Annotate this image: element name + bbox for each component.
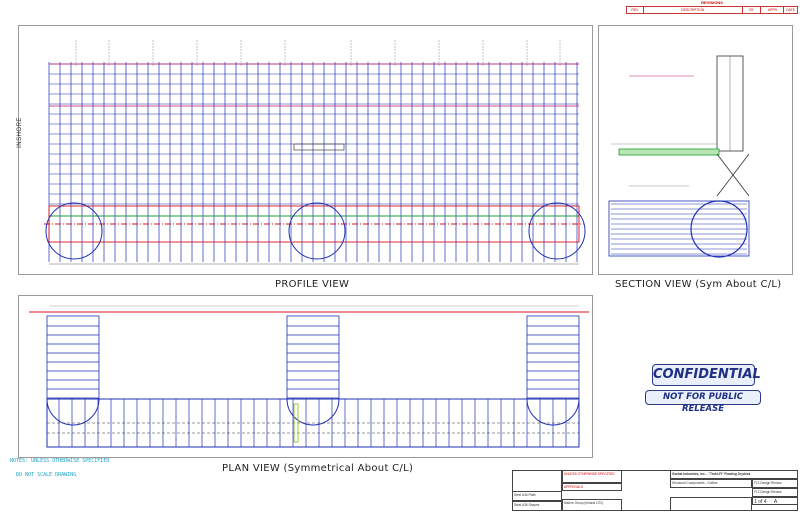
plan-tower-3 — [526, 315, 580, 400]
profile-view-title: PROFILE VIEW — [275, 279, 350, 290]
not-public-stamp: NOT FOR PUBLIC RELEASE — [645, 390, 761, 414]
revisions-block: REVISIONS REV DESCRIPTION BY APPR DATE — [626, 0, 798, 14]
revisions-table: REV DESCRIPTION BY APPR DATE — [626, 6, 798, 14]
tb-sheet-of: of — [758, 499, 763, 505]
tb-drawn-by: Marine Group (Ireland LTD) — [562, 499, 622, 511]
tb-sheet: 1 of 4 A — [752, 497, 798, 505]
tb-sheet-total: 4 — [763, 499, 767, 505]
description-col: DESCRIPTION — [642, 6, 743, 14]
notes-line-2: DO NOT SCALE DRAWING — [16, 472, 77, 478]
tb-company: Gorbal Industries, Inc. - "TechLFI" Floa… — [670, 470, 798, 479]
plan-tower-2 — [286, 315, 340, 400]
plan-view-drawing — [29, 305, 589, 448]
plan-arc-1 — [46, 398, 100, 426]
plan-view-frame — [18, 295, 593, 458]
tb-unless-specified: UNLESS OTHERWISE SPECIFIED — [562, 470, 622, 483]
tb-approvals: APPROVALS — [562, 483, 622, 491]
profile-deck-box — [293, 143, 345, 151]
profile-tank-circle-2 — [288, 202, 346, 260]
tb-drawing-title: Structural Components - Outline — [670, 479, 752, 488]
tb-review-a: FLT-Design Review — [752, 479, 798, 488]
profile-tank-circle-1 — [45, 202, 103, 260]
plan-tower-1 — [46, 315, 100, 400]
title-block: UNLESS OTHERWISE SPECIFIED APPROVALS Ste… — [512, 470, 798, 511]
profile-tank-circle-3 — [528, 202, 586, 260]
tb-logo-area — [670, 497, 752, 511]
by-col: BY — [741, 6, 762, 14]
notes-line-1: NOTES: UNLESS OTHERWISE SPECIFIED — [10, 458, 110, 464]
section-view-drawing — [608, 55, 750, 258]
tb-material-a: Steel A36 Plate — [512, 491, 562, 501]
section-deck-green — [618, 148, 720, 156]
confidential-stamp: CONFIDENTIAL — [652, 364, 761, 386]
section-view-frame — [598, 25, 793, 275]
profile-view-drawing — [44, 40, 586, 265]
plan-arc-2 — [286, 398, 340, 426]
profile-side-label: INSHORE — [16, 117, 23, 148]
rev-col: REV — [626, 6, 644, 14]
appr-col: APPR — [760, 6, 785, 14]
plan-view-title: PLAN VIEW (Symmetrical About C/L) — [222, 463, 414, 474]
profile-view-frame: INSHORE — [16, 25, 593, 275]
tb-review-b: FLT-Design Review — [752, 488, 798, 497]
date-col: DATE — [783, 6, 798, 14]
tb-material-b: Steel A36 Shapes — [512, 501, 562, 511]
tb-sheet-num: 1 — [754, 499, 757, 505]
tb-revision: A — [773, 499, 778, 505]
section-view-title: SECTION VIEW (Sym About C/L) — [615, 279, 782, 290]
